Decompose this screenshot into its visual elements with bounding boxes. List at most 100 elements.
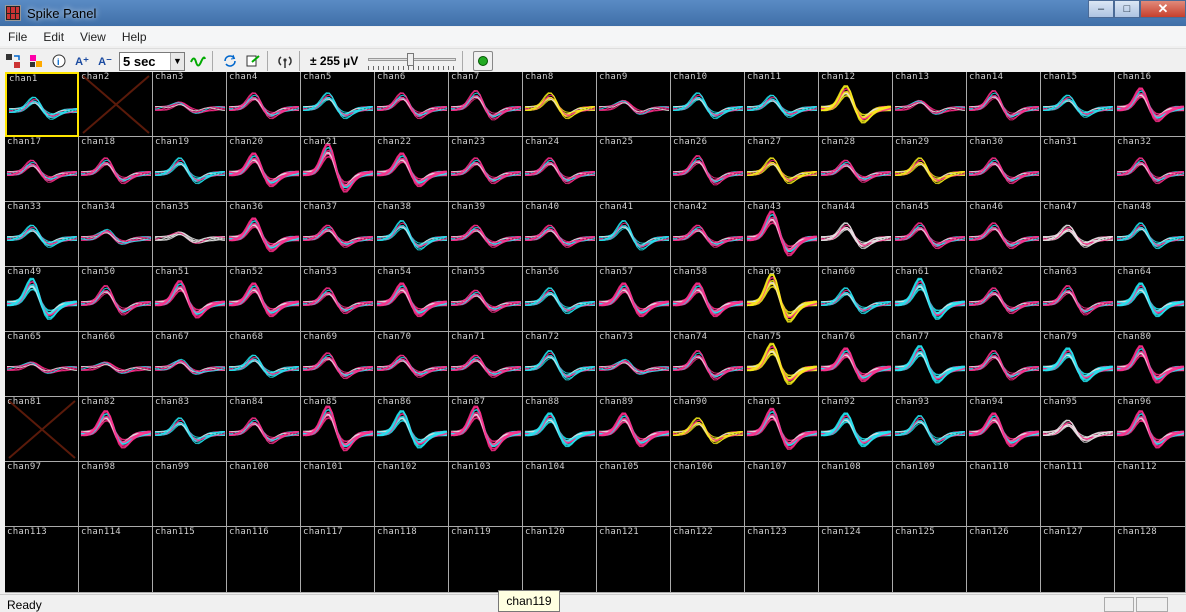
time-window-select[interactable]: 5 sec ▼	[119, 51, 185, 71]
channel-cell-chan61[interactable]: chan61	[893, 267, 967, 332]
amplitude-up-icon[interactable]: A⁺	[72, 51, 92, 71]
channel-cell-chan69[interactable]: chan69	[301, 332, 375, 397]
range-slider[interactable]	[366, 51, 458, 71]
channel-cell-chan18[interactable]: chan18	[79, 137, 153, 202]
channel-cell-chan96[interactable]: chan96	[1115, 397, 1186, 462]
channel-cell-chan126[interactable]: chan126	[967, 527, 1041, 593]
channel-cell-chan22[interactable]: chan22	[375, 137, 449, 202]
channel-cell-chan108[interactable]: chan108	[819, 462, 893, 527]
channel-cell-chan110[interactable]: chan110	[967, 462, 1041, 527]
channel-cell-chan40[interactable]: chan40	[523, 202, 597, 267]
channel-cell-chan25[interactable]: chan25	[597, 137, 671, 202]
info-icon[interactable]: i	[49, 51, 69, 71]
channel-cell-chan92[interactable]: chan92	[819, 397, 893, 462]
channel-cell-chan122[interactable]: chan122	[671, 527, 745, 593]
channel-cell-chan128[interactable]: chan128	[1115, 527, 1186, 593]
menu-file[interactable]: File	[0, 30, 35, 44]
channel-cell-chan42[interactable]: chan42	[671, 202, 745, 267]
channel-cell-chan72[interactable]: chan72	[523, 332, 597, 397]
antenna-icon[interactable]	[275, 51, 295, 71]
channel-cell-chan62[interactable]: chan62	[967, 267, 1041, 332]
channel-cell-chan1[interactable]: chan1	[5, 72, 79, 137]
channel-cell-chan67[interactable]: chan67	[153, 332, 227, 397]
channel-cell-chan11[interactable]: chan11	[745, 72, 819, 137]
waveform-icon[interactable]	[188, 51, 208, 71]
channel-cell-chan63[interactable]: chan63	[1041, 267, 1115, 332]
channel-cell-chan5[interactable]: chan5	[301, 72, 375, 137]
channel-cell-chan106[interactable]: chan106	[671, 462, 745, 527]
channel-cell-chan29[interactable]: chan29	[893, 137, 967, 202]
channel-cell-chan115[interactable]: chan115	[153, 527, 227, 593]
channel-cell-chan28[interactable]: chan28	[819, 137, 893, 202]
channel-cell-chan43[interactable]: chan43	[745, 202, 819, 267]
channel-cell-chan50[interactable]: chan50	[79, 267, 153, 332]
channel-cell-chan124[interactable]: chan124	[819, 527, 893, 593]
channel-cell-chan48[interactable]: chan48	[1115, 202, 1186, 267]
channel-cell-chan12[interactable]: chan12	[819, 72, 893, 137]
channel-cell-chan51[interactable]: chan51	[153, 267, 227, 332]
channel-cell-chan73[interactable]: chan73	[597, 332, 671, 397]
channel-cell-chan90[interactable]: chan90	[671, 397, 745, 462]
channel-cell-chan6[interactable]: chan6	[375, 72, 449, 137]
channel-cell-chan117[interactable]: chan117	[301, 527, 375, 593]
channel-cell-chan44[interactable]: chan44	[819, 202, 893, 267]
channel-cell-chan14[interactable]: chan14	[967, 72, 1041, 137]
channel-cell-chan65[interactable]: chan65	[5, 332, 79, 397]
channel-cell-chan15[interactable]: chan15	[1041, 72, 1115, 137]
channel-cell-chan20[interactable]: chan20	[227, 137, 301, 202]
channel-cell-chan66[interactable]: chan66	[79, 332, 153, 397]
channel-cell-chan85[interactable]: chan85	[301, 397, 375, 462]
channel-cell-chan32[interactable]: chan32	[1115, 137, 1186, 202]
run-indicator-icon[interactable]	[473, 51, 494, 71]
channel-cell-chan109[interactable]: chan109	[893, 462, 967, 527]
channel-cell-chan118[interactable]: chan118	[375, 527, 449, 593]
channel-cell-chan31[interactable]: chan31	[1041, 137, 1115, 202]
slider-thumb[interactable]	[406, 53, 414, 66]
channel-cell-chan8[interactable]: chan8	[523, 72, 597, 137]
channel-cell-chan120[interactable]: chan120	[523, 527, 597, 593]
channel-cell-chan54[interactable]: chan54	[375, 267, 449, 332]
maximize-button[interactable]: □	[1114, 0, 1140, 18]
channel-cell-chan56[interactable]: chan56	[523, 267, 597, 332]
channel-cell-chan37[interactable]: chan37	[301, 202, 375, 267]
channel-cell-chan77[interactable]: chan77	[893, 332, 967, 397]
channel-cell-chan99[interactable]: chan99	[153, 462, 227, 527]
channel-cell-chan23[interactable]: chan23	[449, 137, 523, 202]
channel-cell-chan79[interactable]: chan79	[1041, 332, 1115, 397]
channel-cell-chan102[interactable]: chan102	[375, 462, 449, 527]
color-icon[interactable]	[26, 51, 46, 71]
channel-cell-chan82[interactable]: chan82	[79, 397, 153, 462]
channel-cell-chan70[interactable]: chan70	[375, 332, 449, 397]
channel-cell-chan64[interactable]: chan64	[1115, 267, 1186, 332]
channel-cell-chan80[interactable]: chan80	[1115, 332, 1186, 397]
arrange-icon[interactable]	[3, 51, 23, 71]
channel-cell-chan113[interactable]: chan113	[5, 527, 79, 593]
channel-cell-chan59[interactable]: chan59	[745, 267, 819, 332]
channel-cell-chan125[interactable]: chan125	[893, 527, 967, 593]
channel-cell-chan7[interactable]: chan7	[449, 72, 523, 137]
channel-cell-chan75[interactable]: chan75	[745, 332, 819, 397]
channel-cell-chan35[interactable]: chan35	[153, 202, 227, 267]
channel-cell-chan104[interactable]: chan104	[523, 462, 597, 527]
channel-cell-chan60[interactable]: chan60	[819, 267, 893, 332]
export-icon[interactable]	[243, 51, 263, 71]
channel-cell-chan46[interactable]: chan46	[967, 202, 1041, 267]
channel-cell-chan21[interactable]: chan21	[301, 137, 375, 202]
channel-cell-chan2[interactable]: chan2	[79, 72, 153, 137]
channel-cell-chan89[interactable]: chan89	[597, 397, 671, 462]
channel-cell-chan27[interactable]: chan27	[745, 137, 819, 202]
channel-cell-chan71[interactable]: chan71	[449, 332, 523, 397]
channel-cell-chan88[interactable]: chan88	[523, 397, 597, 462]
refresh-icon[interactable]	[220, 51, 240, 71]
channel-cell-chan68[interactable]: chan68	[227, 332, 301, 397]
channel-cell-chan34[interactable]: chan34	[79, 202, 153, 267]
channel-cell-chan30[interactable]: chan30	[967, 137, 1041, 202]
channel-cell-chan97[interactable]: chan97	[5, 462, 79, 527]
menu-edit[interactable]: Edit	[35, 30, 72, 44]
channel-cell-chan55[interactable]: chan55	[449, 267, 523, 332]
channel-cell-chan47[interactable]: chan47	[1041, 202, 1115, 267]
channel-cell-chan111[interactable]: chan111	[1041, 462, 1115, 527]
channel-cell-chan3[interactable]: chan3	[153, 72, 227, 137]
channel-cell-chan103[interactable]: chan103	[449, 462, 523, 527]
channel-cell-chan87[interactable]: chan87	[449, 397, 523, 462]
